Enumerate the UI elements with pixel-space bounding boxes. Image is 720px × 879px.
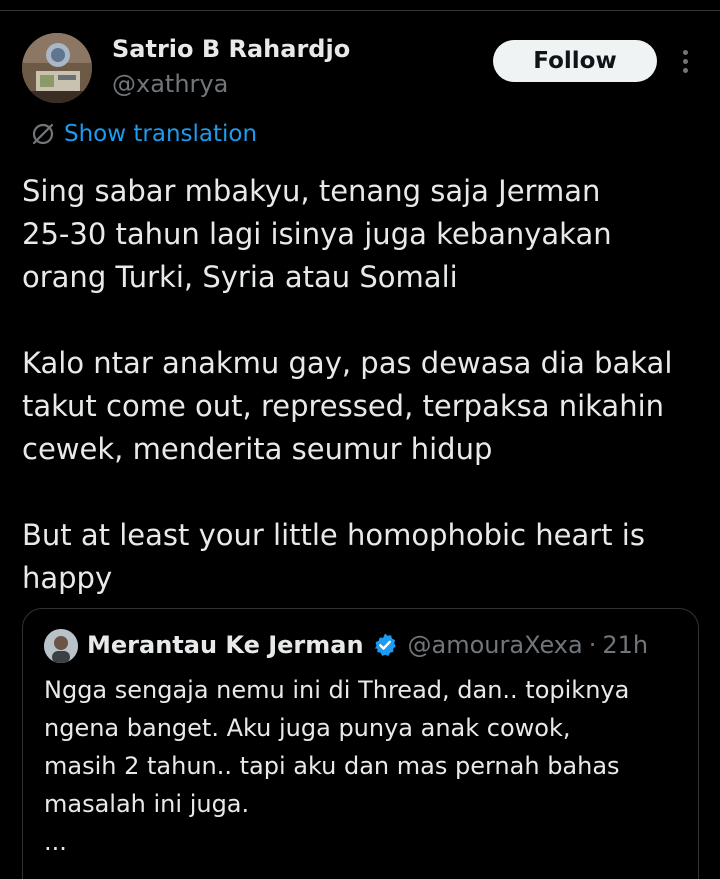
author-handle[interactable]: @xathrya: [112, 70, 228, 98]
follow-button[interactable]: Follow: [493, 40, 657, 82]
quoted-tweet-card[interactable]: Merantau Ke Jerman @amouraXexa · 21h Ngg…: [22, 608, 699, 879]
quoted-timestamp[interactable]: 21h: [602, 631, 648, 659]
quoted-ellipsis: ...: [44, 828, 67, 856]
tweet-line: takut come out, repressed, terpaksa nika…: [22, 389, 665, 423]
show-translation-label: Show translation: [64, 121, 258, 147]
tweet-text: Sing sabar mbakyu, tenang saja Jerman 25…: [22, 170, 702, 600]
quoted-line: masalah ini juga.: [44, 790, 250, 818]
quoted-line: Ngga sengaja nemu ini di Thread, dan.. t…: [44, 676, 630, 704]
tweet-line: cewek, menderita seumur hidup: [22, 432, 493, 466]
author-name[interactable]: Satrio B Rahardjo: [112, 35, 350, 63]
quoted-header: Merantau Ke Jerman @amouraXexa · 21h: [87, 627, 648, 663]
quoted-line: ngena banget. Aku juga punya anak cowok,: [44, 714, 571, 742]
quoted-line: masih 2 tahun.. tapi aku dan mas pernah …: [44, 752, 620, 780]
quoted-author-name[interactable]: Merantau Ke Jerman: [87, 631, 364, 659]
quoted-author-avatar[interactable]: [44, 629, 78, 663]
quoted-tweet-text: Ngga sengaja nemu ini di Thread, dan.. t…: [44, 671, 684, 861]
separator-dot: ·: [588, 631, 597, 659]
tweet-line: Sing sabar mbakyu, tenang saja Jerman: [22, 174, 601, 208]
tweet-line: Kalo ntar anakmu gay, pas dewasa dia bak…: [22, 346, 673, 380]
tweet-line: orang Turki, Syria atau Somali: [22, 260, 458, 294]
tweet-line: 25-30 tahun lagi isinya juga kebanyakan: [22, 217, 612, 251]
tweet-header: Satrio B Rahardjo @xathrya Follow: [0, 0, 720, 110]
tweet-line: happy: [22, 561, 113, 595]
show-translation-link[interactable]: Show translation: [30, 117, 257, 151]
verified-badge-icon: [374, 633, 396, 656]
author-avatar[interactable]: [22, 33, 92, 103]
translate-icon: [32, 123, 54, 145]
tweet-line: But at least your little homophobic hear…: [22, 518, 645, 552]
more-options-icon[interactable]: [672, 46, 698, 76]
quoted-author-handle[interactable]: @amouraXexa: [408, 631, 583, 659]
